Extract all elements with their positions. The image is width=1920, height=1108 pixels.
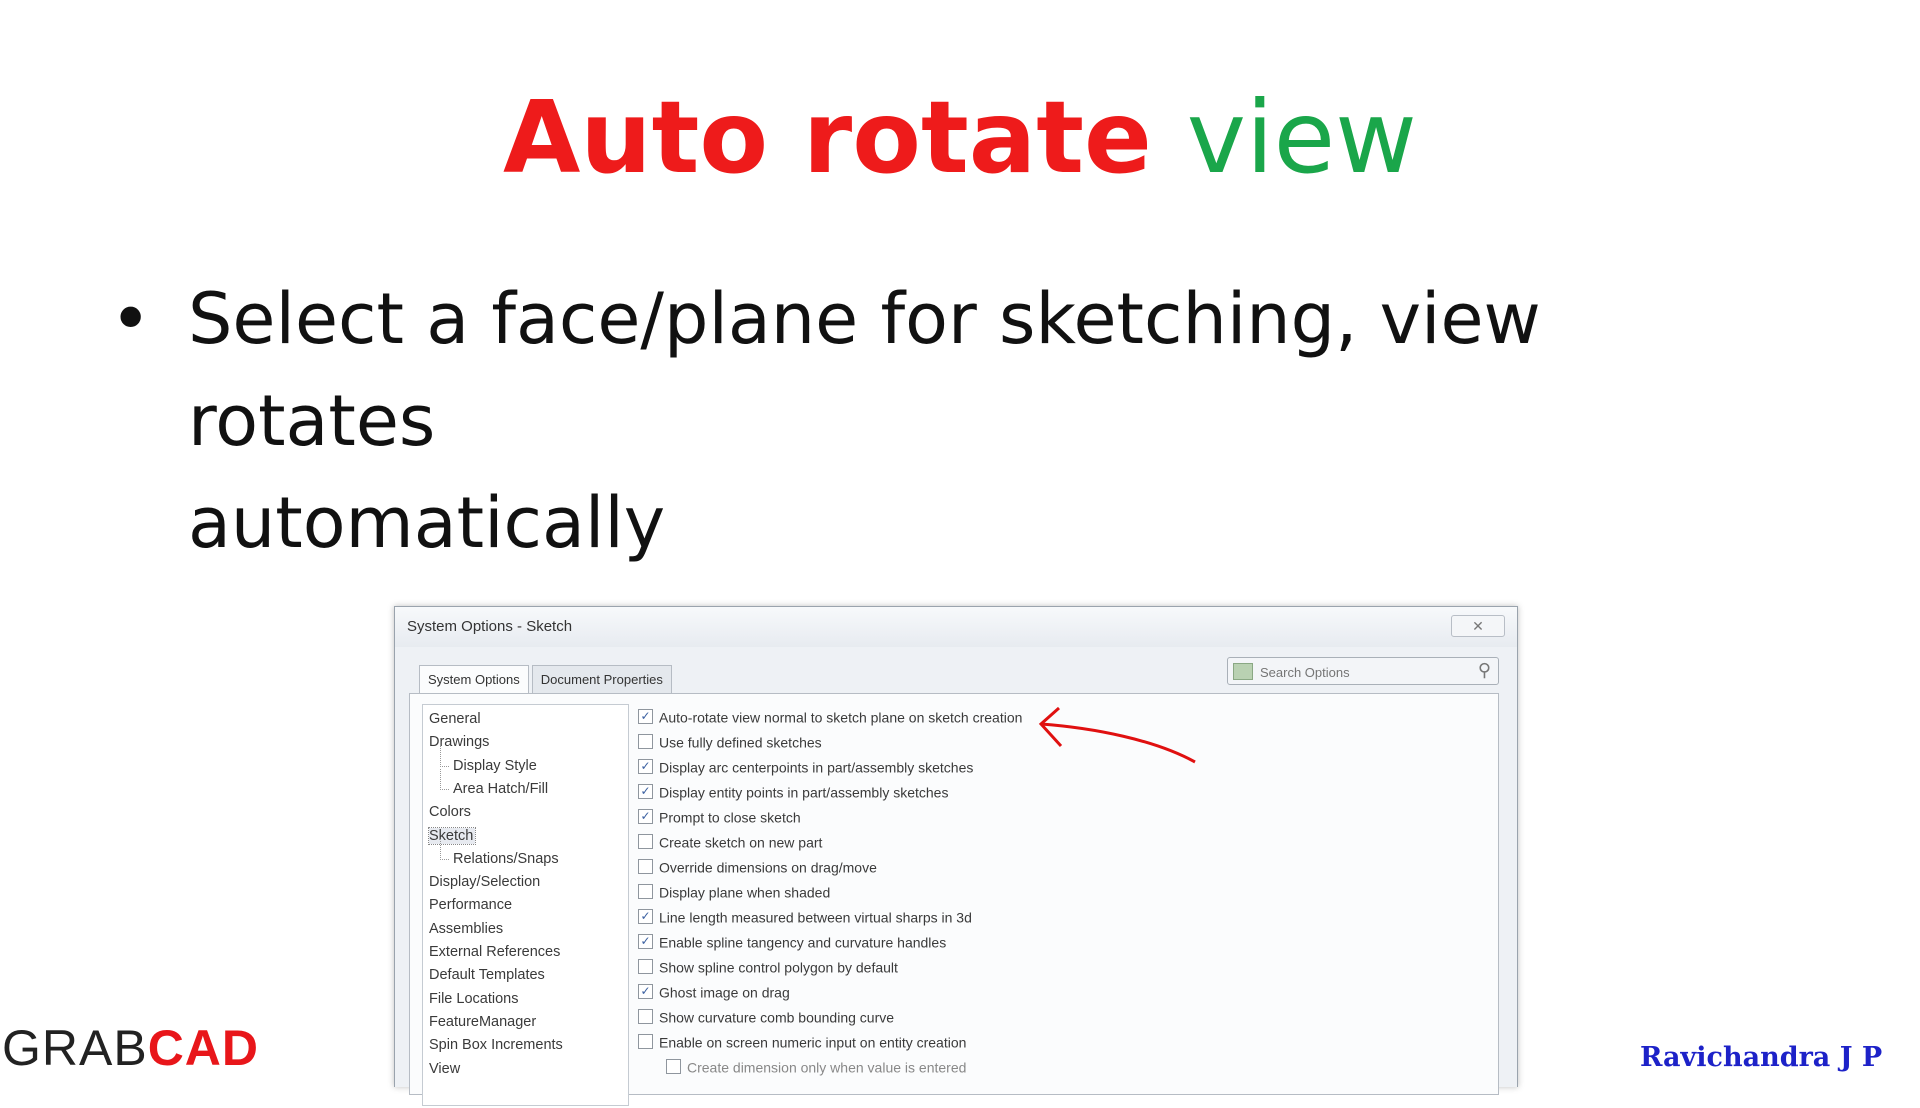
checkbox-unchecked[interactable] xyxy=(638,958,653,974)
checkbox-checked[interactable]: ✓ xyxy=(638,783,653,799)
tree-item[interactable]: Display/Selection xyxy=(429,874,540,890)
bullet-dot: • xyxy=(110,278,152,360)
option-row[interactable]: Show spline control polygon by default xyxy=(638,958,898,980)
option-row[interactable]: Create dimension only when value is ente… xyxy=(666,1058,966,1080)
bullet-text-line2: automatically xyxy=(188,482,666,564)
option-label: Ghost image on drag xyxy=(659,984,790,1001)
checkbox-checked[interactable]: ✓ xyxy=(638,758,653,774)
checkbox-unchecked[interactable] xyxy=(638,1008,653,1024)
search-box[interactable]: ⚲ xyxy=(1227,657,1499,685)
tree-item[interactable]: Performance xyxy=(429,897,512,913)
option-label: Create sketch on new part xyxy=(659,834,823,851)
tree-item[interactable]: Spin Box Increments xyxy=(429,1037,563,1053)
bullet-point: • Select a face/plane for sketching, vie… xyxy=(110,268,1810,574)
option-label: Show curvature comb bounding curve xyxy=(659,1009,895,1026)
red-arrow-annotation xyxy=(1038,706,1196,764)
tree-item[interactable]: General xyxy=(429,711,481,727)
tab-system-options[interactable]: System Options xyxy=(419,665,529,693)
option-row[interactable]: Use fully defined sketches xyxy=(638,733,822,755)
grabcad-logo: GRABCAD xyxy=(2,1018,259,1078)
bullet-text-line1: Select a face/plane for sketching, view … xyxy=(188,278,1541,462)
slide-title: Auto rotate view xyxy=(0,78,1920,198)
option-label: Override dimensions on drag/move xyxy=(659,859,877,876)
option-row[interactable]: ✓ Enable spline tangency and curvature ha… xyxy=(638,933,946,955)
option-label: Use fully defined sketches xyxy=(659,734,822,751)
option-label: Line length measured between virtual sha… xyxy=(659,909,972,926)
option-row[interactable]: ✓ Ghost image on drag xyxy=(638,983,790,1005)
tree-item[interactable]: Relations/Snaps xyxy=(440,838,559,867)
checkbox-checked[interactable]: ✓ xyxy=(638,708,653,724)
tree-item[interactable]: File Locations xyxy=(429,991,518,1007)
search-input[interactable] xyxy=(1258,661,1462,683)
author-name: Ravichandra J P xyxy=(1640,1042,1883,1073)
tree-item[interactable]: Display Style xyxy=(440,745,537,774)
options-panel: General Drawings Display Style Area Hatch/F… xyxy=(409,693,1499,1106)
option-row[interactable]: ✓ Display entity points in part/assembly … xyxy=(638,783,948,805)
option-row[interactable]: ✓ Line length measured between virtual sh… xyxy=(638,908,972,930)
tree-item[interactable]: Area Hatch/Fill xyxy=(439,768,548,797)
option-row[interactable]: ✓ Display arc centerpoints in part/assemb… xyxy=(638,758,973,780)
dialog-titlebar: System Options - Sketch ✕ xyxy=(395,607,1517,647)
checkbox-unchecked[interactable] xyxy=(638,833,653,849)
checkbox-unchecked[interactable] xyxy=(638,1033,653,1049)
title-part-green: view xyxy=(1186,79,1417,196)
option-row[interactable]: Display plane when shaded xyxy=(638,883,830,905)
tree-item[interactable]: Sketch xyxy=(427,826,477,845)
checkbox-unchecked[interactable] xyxy=(638,883,653,899)
dialog-tabs: System Options Document Properties xyxy=(419,665,675,695)
tree-item[interactable]: FeatureManager xyxy=(429,1014,536,1030)
option-row[interactable]: ✓ Prompt to close sketch xyxy=(638,808,801,830)
tree-item[interactable]: Drawings xyxy=(429,734,489,750)
checkbox-unchecked[interactable] xyxy=(666,1058,681,1074)
logo-grab: GRAB xyxy=(2,1020,148,1076)
option-label: Display arc centerpoints in part/assembl… xyxy=(659,759,974,776)
options-tree: General Drawings Display Style Area Hatch/F… xyxy=(422,704,629,1106)
system-options-dialog: System Options - Sketch ✕ System Options… xyxy=(394,606,1518,1106)
checkbox-checked[interactable]: ✓ xyxy=(638,933,653,949)
option-row[interactable]: ✓ Auto-rotate view normal to sketch plane… xyxy=(638,708,1022,730)
dialog-title: System Options - Sketch xyxy=(407,618,573,635)
option-label: Enable spline tangency and curvature han… xyxy=(659,934,947,951)
tree-item[interactable]: Assemblies xyxy=(429,921,503,937)
option-label: Show spline control polygon by default xyxy=(659,959,898,976)
tab-document-properties[interactable]: Document Properties xyxy=(531,665,672,693)
option-row[interactable]: Enable on screen numeric input on entity… xyxy=(638,1033,966,1055)
checkbox-unchecked[interactable] xyxy=(638,858,653,874)
tree-item[interactable]: View xyxy=(429,1061,460,1077)
option-label: Display entity points in part/assembly s… xyxy=(659,784,949,801)
option-label: Create dimension only when value is ente… xyxy=(687,1059,967,1076)
option-label: Prompt to close sketch xyxy=(659,809,801,826)
option-label: Enable on screen numeric input on entity… xyxy=(659,1034,967,1051)
checkbox-unchecked[interactable] xyxy=(638,733,653,749)
option-label: Auto-rotate view normal to sketch plane … xyxy=(659,709,1023,726)
checkbox-checked[interactable]: ✓ xyxy=(638,808,653,824)
title-part-red: Auto rotate xyxy=(503,79,1152,196)
option-row[interactable]: Show curvature comb bounding curve xyxy=(638,1008,894,1030)
logo-cad: CAD xyxy=(147,1020,260,1076)
option-row[interactable]: Create sketch on new part xyxy=(638,833,822,855)
search-icon[interactable]: ⚲ xyxy=(1478,660,1491,681)
document-icon xyxy=(1233,663,1253,680)
tree-item[interactable]: External References xyxy=(429,944,560,960)
checkbox-checked[interactable]: ✓ xyxy=(638,908,653,924)
option-label: Display plane when shaded xyxy=(659,884,831,901)
tree-item[interactable]: Colors xyxy=(429,804,471,820)
option-row[interactable]: Override dimensions on drag/move xyxy=(638,858,877,880)
checkbox-checked[interactable]: ✓ xyxy=(638,983,653,999)
tree-item[interactable]: Default Templates xyxy=(429,967,545,983)
close-icon[interactable]: ✕ xyxy=(1451,615,1505,637)
